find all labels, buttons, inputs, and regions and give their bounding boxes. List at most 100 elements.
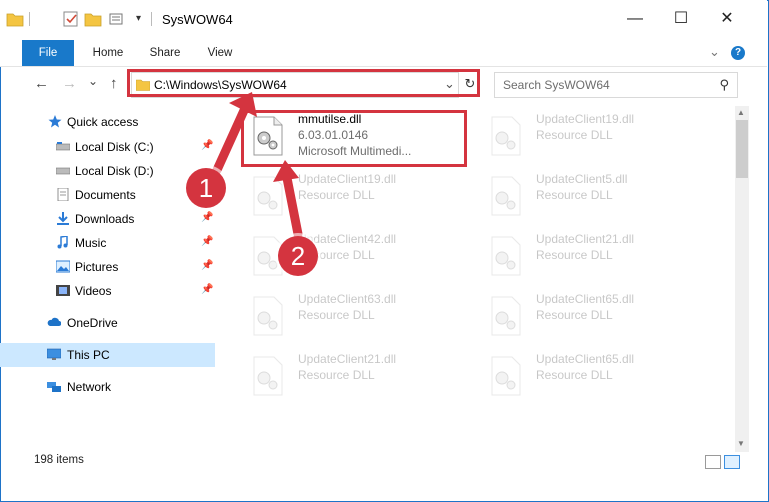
dll-file-icon [491, 356, 521, 396]
folder-icon [6, 13, 24, 27]
file-type: Resource DLL [536, 128, 613, 142]
scroll-thumb[interactable] [736, 120, 748, 178]
customize-toolbar-icon[interactable] [108, 10, 126, 28]
ribbon-tabs: File Home Share View ⌄ ? [0, 40, 767, 67]
recent-locations-icon[interactable]: ⌄ [88, 74, 98, 88]
expand-ribbon-icon[interactable]: ⌄ [709, 44, 720, 60]
file-item[interactable]: UpdateClient63.dll Resource DLL [240, 288, 460, 346]
maximize-button[interactable]: ☐ [658, 0, 704, 40]
file-name: UpdateClient65.dll [536, 292, 635, 306]
file-type: Resource DLL [298, 308, 375, 322]
sidebar-item-label: OneDrive [67, 316, 118, 330]
dll-file-icon [253, 176, 283, 216]
file-name: UpdateClient65.dll [536, 352, 635, 366]
file-highlight-box [241, 110, 467, 167]
help-icon[interactable]: ? [731, 46, 745, 60]
scroll-up-icon[interactable]: ▲ [737, 108, 745, 117]
properties-icon[interactable] [62, 10, 80, 28]
navigation-bar: ← → ⌄ ↑ C:\Windows\SysWOW64 ⌄ ↻ Search S… [0, 67, 767, 105]
sidebar-item-network[interactable]: Network [0, 375, 215, 399]
pin-icon: 📌 [201, 284, 214, 295]
pin-icon: 📌 [201, 140, 214, 151]
download-icon [57, 212, 69, 225]
search-icon[interactable]: ⚲ [719, 77, 729, 93]
pin-icon: 📌 [201, 212, 214, 223]
sidebar-item-label: Videos [75, 284, 112, 298]
pictures-icon [56, 260, 70, 273]
scroll-down-icon[interactable]: ▼ [737, 439, 745, 448]
sidebar-item-videos[interactable]: Videos 📌 [0, 279, 215, 303]
file-item[interactable]: UpdateClient19.dll Resource DLL [478, 108, 698, 166]
sidebar-item-label: Downloads [75, 212, 135, 226]
new-folder-icon[interactable] [84, 10, 102, 28]
file-name: UpdateClient21.dll [536, 232, 635, 246]
sidebar-item-local-disk-c[interactable]: Local Disk (C:) 📌 [0, 135, 215, 159]
up-arrow-icon[interactable]: ↑ [110, 75, 118, 92]
file-type: Resource DLL [536, 368, 613, 382]
tab-home[interactable]: Home [86, 40, 130, 66]
search-placeholder: Search SysWOW64 [503, 78, 610, 92]
sidebar-item-label: Quick access [67, 115, 139, 129]
sidebar-item-pictures[interactable]: Pictures 📌 [0, 255, 215, 279]
file-name: UpdateClient5.dll [536, 172, 628, 186]
tab-share[interactable]: Share [142, 40, 188, 66]
back-arrow-icon[interactable]: ← [34, 75, 49, 92]
sidebar-item-quick-access[interactable]: Quick access [0, 110, 215, 134]
file-name: UpdateClient19.dll [298, 172, 397, 186]
tab-view[interactable]: View [198, 40, 242, 66]
search-box[interactable]: Search SysWOW64 ⚲ [494, 72, 738, 98]
toolbar-dropdown-icon[interactable]: ▾ [136, 13, 141, 24]
music-icon [57, 236, 68, 249]
documents-icon [57, 188, 69, 201]
step-badge-2: 2 [278, 236, 318, 276]
drive-icon [56, 142, 70, 151]
network-icon [47, 382, 61, 392]
address-highlight-box [127, 69, 480, 97]
drive-icon [56, 167, 70, 175]
sidebar-item-downloads[interactable]: Downloads 📌 [0, 207, 215, 231]
file-item[interactable]: UpdateClient5.dll Resource DLL [478, 168, 698, 226]
dll-file-icon [253, 296, 283, 336]
computer-icon [47, 348, 61, 360]
tab-file[interactable]: File [22, 40, 74, 66]
file-item[interactable]: UpdateClient19.dll Resource DLL [240, 168, 460, 226]
dll-file-icon [491, 176, 521, 216]
file-name: UpdateClient19.dll [536, 112, 635, 126]
minimize-button[interactable]: — [612, 0, 658, 40]
pin-icon: 📌 [201, 236, 214, 247]
sidebar-item-label: Local Disk (D:) [75, 164, 154, 178]
sidebar-item-music[interactable]: Music 📌 [0, 231, 215, 255]
toolbar-divider [29, 12, 30, 26]
large-icons-view-icon[interactable] [724, 455, 740, 469]
window-title: SysWOW64 [162, 12, 233, 27]
pin-icon: 📌 [201, 260, 214, 271]
item-count: 198 items [34, 454, 84, 466]
sidebar-item-this-pc[interactable]: This PC [0, 343, 215, 367]
sidebar-item-local-disk-d[interactable]: Local Disk (D:) [0, 159, 215, 183]
details-view-icon[interactable] [705, 455, 721, 469]
vertical-scrollbar[interactable]: ▲ ▼ [735, 106, 749, 452]
navigation-pane: Quick access Local Disk (C:) 📌 Local Dis… [0, 106, 215, 448]
file-item[interactable]: UpdateClient65.dll Resource DLL [478, 348, 698, 406]
sidebar-item-onedrive[interactable]: OneDrive [0, 311, 215, 335]
file-item[interactable]: UpdateClient65.dll Resource DLL [478, 288, 698, 346]
file-item[interactable]: UpdateClient42.dll Resource DLL [240, 228, 460, 286]
dll-file-icon [491, 116, 521, 156]
title-bar: ▾ SysWOW64 — ☐ ✕ [0, 0, 767, 40]
file-type: Resource DLL [536, 188, 613, 202]
file-item[interactable]: UpdateClient21.dll Resource DLL [240, 348, 460, 406]
dll-file-icon [491, 296, 521, 336]
sidebar-item-label: Documents [75, 188, 136, 202]
sidebar-item-documents[interactable]: Documents [0, 183, 215, 207]
step-badge-1: 1 [186, 168, 226, 208]
toolbar-divider [151, 12, 152, 26]
cloud-icon [47, 317, 61, 326]
file-item[interactable]: UpdateClient21.dll Resource DLL [478, 228, 698, 286]
sidebar-item-label: Music [75, 236, 107, 250]
file-type: Resource DLL [536, 248, 613, 262]
close-button[interactable]: ✕ [704, 0, 750, 40]
dll-file-icon [491, 236, 521, 276]
sidebar-item-label: Pictures [75, 260, 119, 274]
forward-arrow-icon[interactable]: → [62, 75, 77, 92]
dll-file-icon [253, 356, 283, 396]
